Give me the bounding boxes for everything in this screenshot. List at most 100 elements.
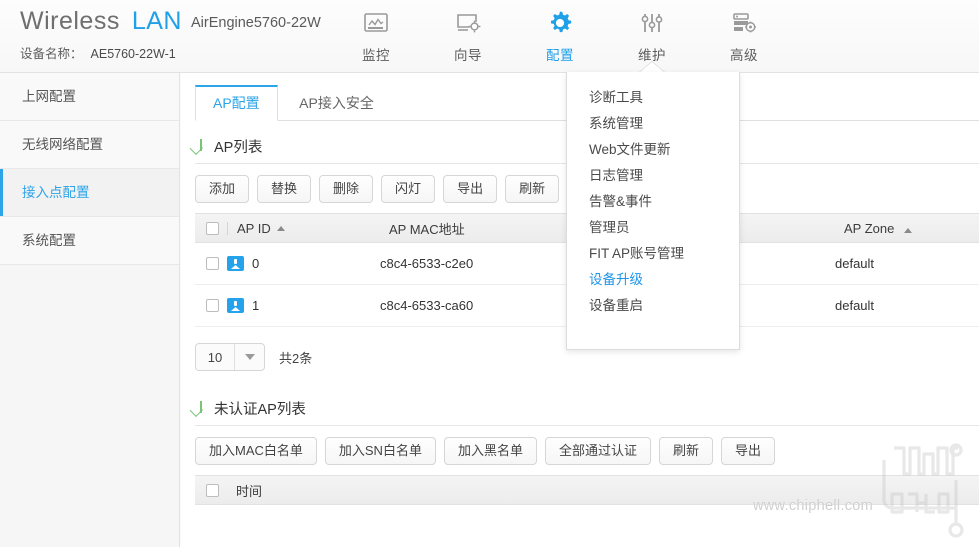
sidebar-label-ap-config: 接入点配置 (22, 185, 90, 200)
menu-item-fit-ap-account-management[interactable]: FIT AP账号管理 (567, 241, 739, 267)
sort-asc-icon-ap-zone[interactable] (903, 227, 912, 233)
nav-label-maintenance: 维护 (638, 48, 666, 63)
select-all-checkbox[interactable] (206, 483, 219, 497)
add-button[interactable]: 添加 (195, 175, 250, 203)
menu-label-alarms-and-events: 告警&事件 (589, 194, 653, 209)
menu-label-device-restart: 设备重启 (589, 298, 643, 313)
blink-led-button[interactable]: 闪灯 (381, 175, 436, 203)
sort-asc-icon-ap-id[interactable] (276, 225, 285, 231)
authenticate-all-button[interactable]: 全部通过认证 (544, 437, 651, 465)
column-label-ap-mac: AP MAC地址 (389, 221, 465, 237)
unauth-ap-table-header: 时间 (195, 475, 979, 505)
menu-item-device-upgrade[interactable]: 设备升级 (567, 267, 739, 293)
export-unauth-button[interactable]: 导出 (721, 437, 776, 465)
add-to-sn-whitelist-button[interactable]: 加入SN白名单 (324, 437, 436, 465)
collapse-arrow-down-icon[interactable] (195, 400, 208, 416)
page-size-select[interactable]: 10 (195, 343, 265, 371)
monitor-icon (363, 8, 389, 38)
nav-item-maintenance[interactable]: 维护 (606, 0, 698, 73)
add-to-mac-whitelist-button[interactable]: 加入MAC白名单 (195, 437, 317, 465)
server-gear-icon (731, 8, 758, 38)
row-checkbox[interactable] (206, 299, 219, 312)
cell-ap-zone: default (835, 298, 875, 313)
chevron-down-icon[interactable] (234, 344, 264, 370)
menu-label-fit-ap-account-management: FIT AP账号管理 (589, 246, 685, 261)
sliders-icon (639, 8, 665, 38)
unauth-ap-table: 时间 (195, 475, 979, 505)
delete-button[interactable]: 删除 (319, 175, 374, 203)
menu-item-alarms-and-events[interactable]: 告警&事件 (567, 189, 739, 215)
nav-item-monitor[interactable]: 监控 (330, 0, 422, 72)
cell-ap-id: 1 (227, 298, 380, 313)
section-header-unauth-ap-list[interactable]: 未认证AP列表 (195, 391, 979, 425)
export-button[interactable]: 导出 (443, 175, 498, 203)
brand-model-text: AirEngine5760-22W (190, 15, 321, 31)
unauth-list-toolbar: 加入MAC白名单 加入SN白名单 加入黑名单 全部通过认证 刷新 导出 (195, 437, 979, 465)
row-select-cell (195, 299, 227, 312)
menu-label-administrator: 管理员 (589, 220, 630, 235)
maintenance-dropdown-menu: 诊断工具 系统管理 Web文件更新 日志管理 告警&事件 管理员 FIT AP账… (566, 72, 740, 350)
nav-label-monitor: 监控 (362, 48, 390, 63)
sidebar-label-system-config: 系统配置 (22, 233, 76, 248)
nav-label-config: 配置 (546, 48, 574, 63)
menu-item-diagnostic-tools[interactable]: 诊断工具 (567, 85, 739, 111)
row-checkbox[interactable] (206, 257, 219, 270)
column-separator (227, 221, 228, 235)
select-all-checkbox[interactable] (206, 221, 219, 235)
refresh-button[interactable]: 刷新 (505, 175, 560, 203)
sidebar-label-wireless-config: 无线网络配置 (22, 137, 103, 152)
menu-item-log-management[interactable]: 日志管理 (567, 163, 739, 189)
collapse-arrow-down-icon[interactable] (195, 138, 208, 154)
brand-lan-text: LAN (131, 7, 182, 35)
sidebar: 上网配置 无线网络配置 接入点配置 系统配置 (0, 73, 180, 547)
menu-label-log-management: 日志管理 (589, 168, 643, 183)
menu-item-system-management[interactable]: 系统管理 (567, 111, 739, 137)
menu-item-administrator[interactable]: 管理员 (567, 215, 739, 241)
tab-ap-config[interactable]: AP配置 (195, 85, 278, 121)
section-title-unauth-ap-list: 未认证AP列表 (214, 401, 306, 418)
menu-label-system-management: 系统管理 (589, 116, 643, 131)
sidebar-item-system-config[interactable]: 系统配置 (0, 217, 179, 265)
menu-item-device-restart[interactable]: 设备重启 (567, 293, 739, 319)
select-all-cell (195, 221, 227, 235)
menu-label-diagnostic-tools: 诊断工具 (589, 90, 643, 105)
brand-block: Wireless LAN AirEngine5760-22W 设备名称： AE5760… (20, 7, 321, 62)
tab-label-ap-access-security: AP接入安全 (299, 95, 374, 111)
replace-button[interactable]: 替换 (257, 175, 312, 203)
menu-item-web-file-update[interactable]: Web文件更新 (567, 137, 739, 163)
value-ap-id: 1 (252, 298, 260, 313)
section-divider-unauth-ap-list (195, 425, 979, 426)
sidebar-item-ap-config[interactable]: 接入点配置 (0, 169, 179, 217)
value-ap-id: 0 (252, 256, 260, 271)
nav-label-wizard: 向导 (454, 48, 482, 63)
column-header-ap-zone[interactable]: AP Zone (835, 221, 975, 236)
tab-label-ap-config: AP配置 (213, 95, 260, 111)
page-size-value: 10 (207, 349, 223, 365)
tab-ap-access-security[interactable]: AP接入安全 (282, 86, 391, 122)
column-header-time[interactable]: 时间 (227, 481, 979, 500)
column-label-ap-zone: AP Zone (844, 220, 895, 236)
section-title-ap-list: AP列表 (214, 139, 263, 156)
nav-item-wizard[interactable]: 向导 (422, 0, 514, 72)
device-name-value: AE5760-22W-1 (90, 47, 176, 61)
app-root: Wireless LAN AirEngine5760-22W 设备名称： AE5760… (0, 0, 979, 547)
cell-ap-zone: default (835, 256, 875, 271)
access-point-icon (227, 256, 244, 271)
app-header: Wireless LAN AirEngine5760-22W 设备名称： AE5760… (0, 0, 979, 73)
nav-item-config[interactable]: 配置 (514, 0, 606, 72)
refresh-unauth-button[interactable]: 刷新 (658, 437, 713, 465)
sidebar-item-wireless-config[interactable]: 无线网络配置 (0, 121, 179, 169)
top-navigation: 监控 向导 配置 维护 高级 (330, 0, 790, 73)
select-all-cell (195, 483, 227, 497)
column-label-ap-id: AP ID (237, 220, 271, 236)
brand-title: Wireless LAN AirEngine5760-22W (20, 7, 321, 35)
sidebar-item-internet-config[interactable]: 上网配置 (0, 73, 179, 121)
sidebar-label-internet-config: 上网配置 (22, 89, 76, 104)
nav-item-advanced[interactable]: 高级 (698, 0, 790, 72)
gear-icon (546, 8, 574, 38)
nav-label-advanced: 高级 (730, 48, 758, 63)
device-name-label: 设备名称： (20, 47, 83, 61)
column-header-ap-id[interactable]: AP ID (227, 221, 380, 236)
device-name-row: 设备名称： AE5760-22W-1 (20, 43, 320, 62)
add-to-blacklist-button[interactable]: 加入黑名单 (443, 437, 537, 465)
